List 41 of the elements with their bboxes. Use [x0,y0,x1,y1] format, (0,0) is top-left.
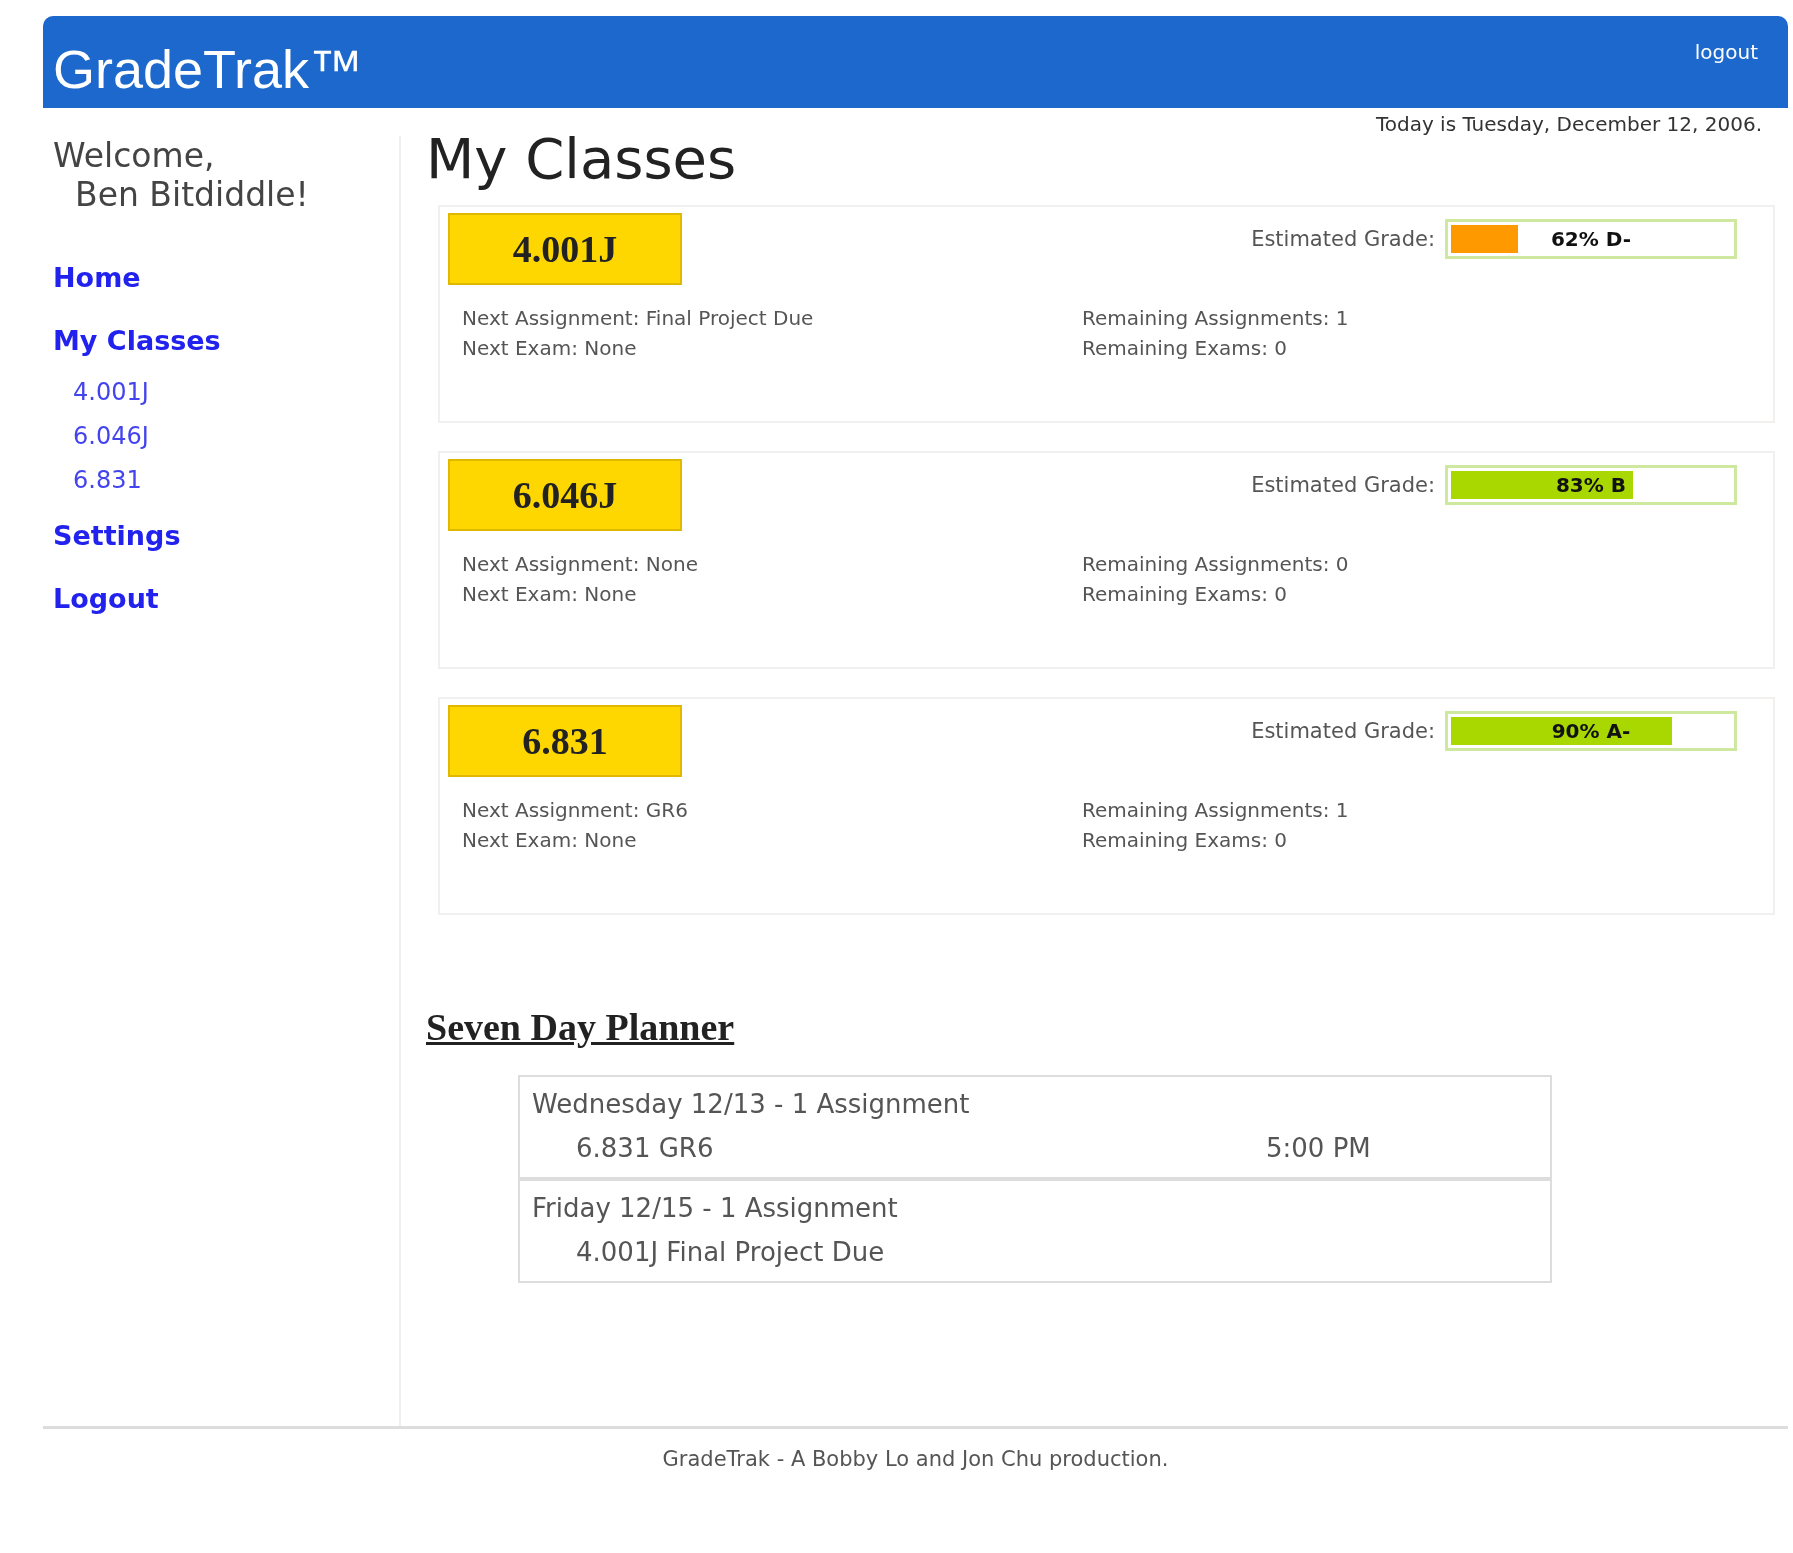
assignment-name: 4.001J Final Project Due [576,1237,886,1267]
logout-link[interactable]: logout [1694,40,1758,64]
grade-label: Estimated Grade: [1251,473,1435,497]
welcome-text: Welcome, [53,136,216,175]
next-exam: Next Exam: None [462,581,638,608]
nav-link[interactable]: 6.831 [73,466,142,494]
remaining-assignments: Remaining Assignments: 1 [1082,797,1350,824]
nav-link[interactable]: Home [53,262,141,293]
next-exam: Next Exam: None [462,827,638,854]
grade-label: Estimated Grade: [1251,719,1435,743]
footer-text: GradeTrak - A Bobby Lo and Jon Chu production. [43,1426,1788,1471]
day-heading: Friday 12/15 - 1 Assignment [532,1193,899,1223]
app-title: GradeTrak™ [53,38,364,101]
remaining-exams: Remaining Exams: 0 [1082,827,1288,854]
user-name: Ben Bitdiddle! [75,175,310,214]
grade-value: 90% A- [1550,718,1632,745]
grade-label: Estimated Grade: [1251,227,1435,251]
remaining-exams: Remaining Exams: 0 [1082,335,1288,362]
next-exam: Next Exam: None [462,335,638,362]
next-assignment: Next Assignment: GR6 [462,797,689,824]
remaining-assignments: Remaining Assignments: 0 [1082,551,1350,578]
nav-link[interactable]: My Classes [53,325,221,356]
class-code[interactable]: 4.001J [448,213,682,285]
grade-value: 62% D- [1549,226,1633,253]
next-assignment: Next Assignment: None [462,551,699,578]
nav-link[interactable]: 6.046J [73,422,149,450]
class-code[interactable]: 6.046J [448,459,682,531]
nav-link[interactable]: Logout [53,583,159,614]
nav-link[interactable]: 4.001J [73,378,149,406]
next-assignment: Next Assignment: Final Project Due [462,305,815,332]
page-heading: My Classes [426,126,738,191]
due-time: 5:00 PM [1266,1133,1371,1163]
remaining-exams: Remaining Exams: 0 [1082,581,1288,608]
nav-link[interactable]: Settings [53,520,181,551]
assignment-name: 6.831 GR6 [576,1133,715,1163]
remaining-assignments: Remaining Assignments: 1 [1082,305,1350,332]
class-code[interactable]: 6.831 [448,705,682,777]
day-heading: Wednesday 12/13 - 1 Assignment [532,1089,971,1119]
grade-value: 83% B [1554,472,1628,499]
date-text: Today is Tuesday, December 12, 2006. [1374,112,1762,136]
planner-title: Seven Day Planner [426,1005,735,1049]
